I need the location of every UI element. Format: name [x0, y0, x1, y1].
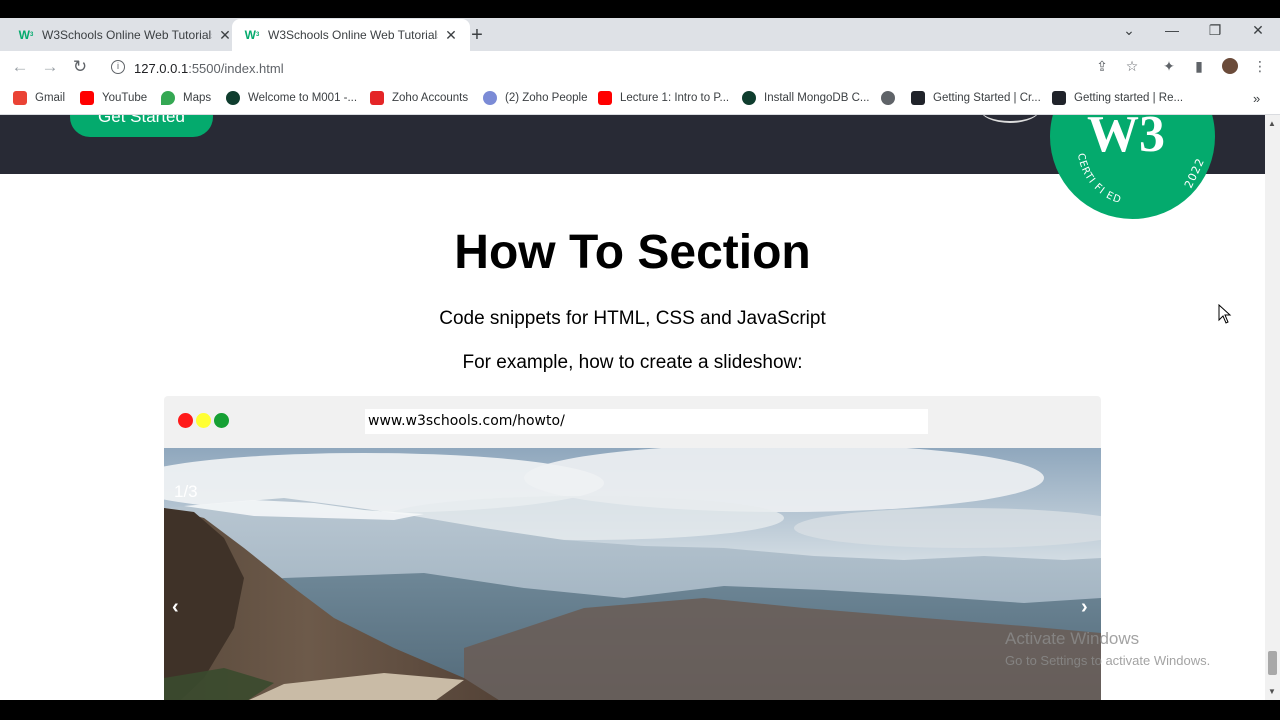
tab-w3schools-2[interactable]: W3 W3Schools Online Web Tutorials ✕	[232, 19, 470, 51]
gmail-icon	[13, 91, 27, 105]
close-icon[interactable]: ✕	[444, 27, 458, 44]
react-icon	[1052, 91, 1066, 105]
scroll-down-icon[interactable]: ▼	[1268, 687, 1276, 696]
activate-windows-title: Activate Windows	[1005, 629, 1140, 648]
tab-w3schools-1[interactable]: W3 W3Schools Online Web Tutorials ✕	[6, 19, 244, 51]
react-icon	[911, 91, 925, 105]
prev-slide-button[interactable]: ‹	[172, 596, 179, 619]
url-text: 127.0.0.1:5500/index.html	[134, 61, 284, 76]
youtube-icon	[598, 91, 612, 105]
scrollbar-thumb[interactable]	[1268, 651, 1277, 675]
globe-icon	[881, 91, 895, 105]
side-panel-icon[interactable]: ▮	[1190, 58, 1208, 75]
slide-counter: 1/3	[174, 482, 198, 501]
w3schools-favicon-icon: W3	[18, 28, 34, 42]
bookmark-youtube[interactable]: YouTube	[80, 91, 147, 105]
minimize-icon[interactable]: —	[1162, 22, 1182, 38]
section-subtitle: Code snippets for HTML, CSS and JavaScri…	[439, 308, 826, 329]
mouse-cursor-icon	[1218, 304, 1232, 324]
decorative-ring	[980, 115, 1040, 123]
toolbar: ← → ↻ i 127.0.0.1:5500/index.html ⇪ ☆ ✦ …	[0, 51, 1280, 83]
bookmark-mongodb-m001[interactable]: Welcome to M001 -...	[226, 91, 357, 105]
youtube-icon	[80, 91, 94, 105]
address-bar[interactable]: i 127.0.0.1:5500/index.html	[101, 54, 1151, 81]
page-content: Get Started W3 CERTI FI ED 2022 How To S…	[0, 115, 1265, 700]
bookmark-lecture[interactable]: Lecture 1: Intro to P...	[598, 91, 729, 105]
screen: W3 W3Schools Online Web Tutorials ✕ W3 W…	[0, 0, 1280, 720]
site-info-icon[interactable]: i	[111, 60, 125, 74]
certified-badge-graphic: W3 CERTI FI ED 2022	[1052, 115, 1213, 217]
activate-windows-subtitle: Go to Settings to activate Windows.	[1005, 653, 1211, 668]
new-tab-icon[interactable]: +	[467, 24, 487, 47]
tab-strip: W3 W3Schools Online Web Tutorials ✕ W3 W…	[0, 18, 1280, 51]
bookmark-getting-started-re[interactable]: Getting started | Re...	[1052, 91, 1183, 105]
star-icon[interactable]: ☆	[1123, 58, 1141, 75]
mongodb-icon	[226, 91, 240, 105]
tab-title: W3Schools Online Web Tutorials	[42, 28, 212, 42]
bookmark-install-mongodb[interactable]: Install MongoDB C...	[742, 91, 869, 105]
maps-icon	[161, 91, 175, 105]
avatar[interactable]	[1221, 58, 1239, 77]
zoho-icon	[370, 91, 384, 105]
more-bookmarks-icon[interactable]: »	[1253, 91, 1260, 106]
scroll-up-icon[interactable]: ▲	[1268, 119, 1276, 128]
bookmark-gmail[interactable]: Gmail	[13, 91, 65, 105]
green-dot	[214, 413, 229, 428]
certified-badge: W3 CERTI FI ED 2022	[1050, 115, 1215, 219]
demo-browser-window: www.w3schools.com/howto/ 1/3 ‹ ›	[164, 396, 1101, 700]
back-icon[interactable]: ←	[10, 57, 30, 77]
extensions-icon[interactable]: ✦	[1160, 58, 1178, 75]
menu-icon[interactable]: ⋮	[1251, 58, 1269, 75]
scrollbar[interactable]: ▲ ▼	[1265, 115, 1280, 700]
section-example-text: For example, how to create a slideshow:	[462, 352, 803, 373]
bookmarks-bar: Gmail YouTube Maps Welcome to M001 -... …	[0, 83, 1280, 115]
page-title: How To Section	[454, 226, 811, 279]
reload-icon[interactable]: ↻	[70, 57, 90, 77]
restore-icon[interactable]: ❐	[1205, 22, 1225, 39]
slideshow-image: 1/3 ‹ ›	[164, 448, 1101, 700]
tab-search-chevron-icon[interactable]: ⌄	[1119, 22, 1139, 39]
bookmark-zoho-people[interactable]: (2) Zoho People	[483, 91, 587, 105]
red-dot	[178, 413, 193, 428]
bookmark-zoho-accounts[interactable]: Zoho Accounts	[370, 91, 468, 105]
mongodb-icon	[742, 91, 756, 105]
demo-address-bar: www.w3schools.com/howto/	[365, 409, 928, 434]
bookmark-getting-started-cr[interactable]: Getting Started | Cr...	[911, 91, 1041, 105]
bookmark-maps[interactable]: Maps	[161, 91, 211, 105]
zoho-people-icon	[483, 91, 497, 105]
badge-logo-text: W3	[1087, 115, 1165, 163]
next-slide-button[interactable]: ›	[1081, 596, 1088, 619]
browser-chrome: W3 W3Schools Online Web Tutorials ✕ W3 W…	[0, 18, 1280, 115]
window-close-icon[interactable]: ✕	[1248, 22, 1268, 39]
share-icon[interactable]: ⇪	[1093, 58, 1111, 75]
close-icon[interactable]: ✕	[218, 27, 232, 44]
yellow-dot	[196, 413, 211, 428]
w3schools-favicon-icon: W3	[244, 28, 260, 42]
mountain-landscape-image	[164, 448, 1101, 700]
tab-title: W3Schools Online Web Tutorials	[268, 28, 438, 42]
forward-icon[interactable]: →	[40, 57, 60, 77]
get-started-button[interactable]: Get Started	[70, 115, 213, 137]
bookmark-globe[interactable]	[881, 91, 903, 105]
